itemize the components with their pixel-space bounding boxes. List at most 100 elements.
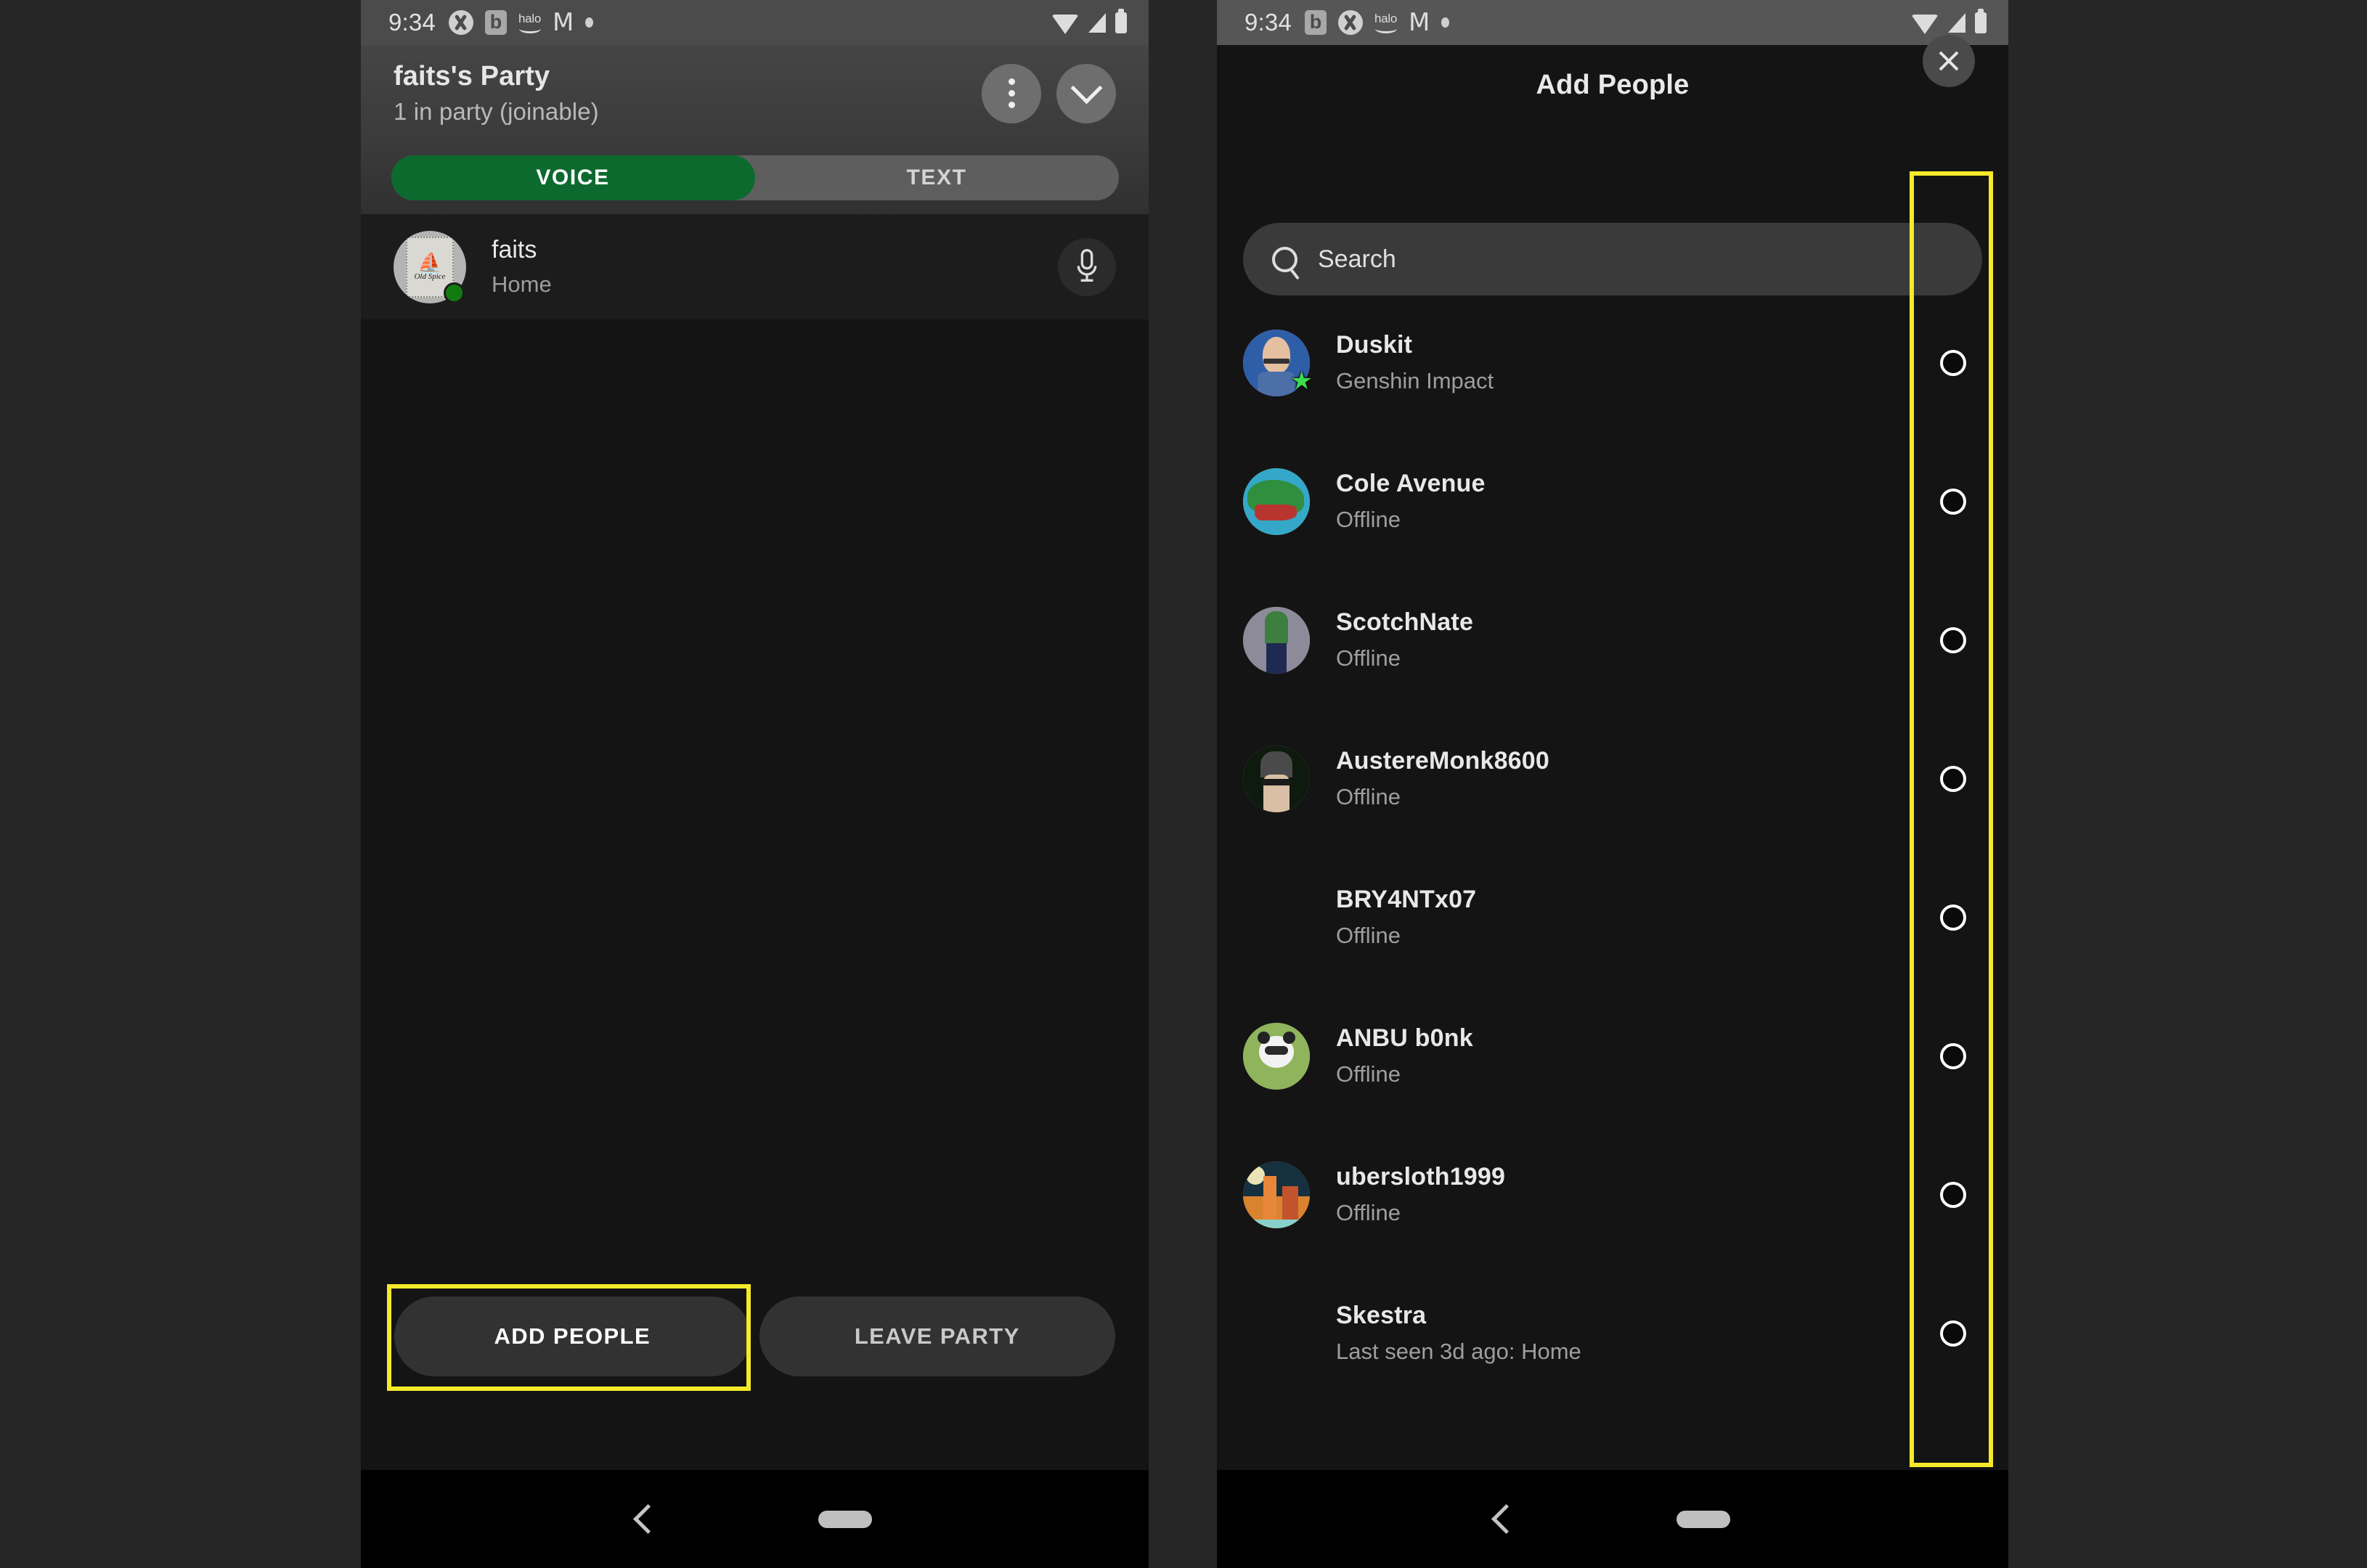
person-row[interactable]: AustereMonk8600 Offline (1217, 744, 2008, 813)
android-nav-bar-left (361, 1470, 1149, 1568)
online-star-icon: ★ (1290, 367, 1313, 395)
battery-icon (1115, 8, 1127, 33)
party-more-button[interactable] (982, 63, 1041, 123)
close-icon (1936, 49, 1961, 73)
person-status: Genshin Impact (1336, 368, 1494, 393)
gmail-icon: M (1408, 8, 1430, 37)
person-status: Offline (1336, 1061, 1401, 1087)
party-subtitle: 1 in party (joinable) (394, 98, 599, 125)
member-texts: faits Home (492, 236, 552, 298)
person-status: Offline (1336, 507, 1401, 532)
person-row[interactable]: Cole Avenue Offline (1217, 467, 2008, 536)
status-left-icons: b halo M (449, 10, 594, 35)
avatar (1243, 1161, 1310, 1228)
signal-icon (1088, 12, 1106, 33)
party-screen: 9:34 b halo M faits's Party 1 in party (… (361, 0, 1149, 1568)
person-texts: Skestra Last seen 3d ago: Home (1336, 1302, 1581, 1365)
close-button[interactable] (1923, 35, 1975, 87)
dot-icon (585, 17, 594, 28)
person-status: Offline (1336, 923, 1401, 948)
back-chevron-icon[interactable] (632, 1503, 664, 1535)
avatar (1243, 1022, 1310, 1090)
person-texts: Cole Avenue Offline (1336, 470, 1486, 533)
person-avatar-wrap (1243, 884, 1310, 951)
person-texts: Duskit Genshin Impact (1336, 331, 1494, 394)
back-chevron-icon[interactable] (1491, 1503, 1521, 1535)
leave-party-button[interactable]: LEAVE PARTY (759, 1297, 1115, 1376)
status-time-right: 9:34 (1244, 9, 1292, 36)
microphone-icon (1077, 248, 1097, 282)
b-badge-icon: b (1305, 10, 1327, 35)
person-select-radio[interactable] (1940, 626, 1966, 653)
xbox-icon (1338, 10, 1364, 35)
home-pill-icon[interactable] (1676, 1510, 1730, 1528)
status-right-icons (1051, 8, 1127, 34)
halo-icon: halo (1374, 12, 1397, 33)
person-select-radio[interactable] (1940, 1042, 1966, 1069)
party-tabs: VOICE TEXT (361, 142, 1149, 214)
person-name: AustereMonk8600 (1336, 747, 1550, 775)
person-status: Last seen 3d ago: Home (1336, 1339, 1581, 1364)
person-avatar-wrap (1243, 1022, 1310, 1090)
person-name: ANBU b0nk (1336, 1024, 1473, 1052)
person-avatar-wrap (1243, 745, 1310, 812)
add-people-button[interactable]: ADD PEOPLE (394, 1297, 751, 1376)
party-member-row[interactable]: ⛵ Old Spice faits Home (361, 214, 1149, 319)
person-name: Cole Avenue (1336, 470, 1486, 497)
person-select-radio[interactable] (1940, 1181, 1966, 1208)
person-select-radio[interactable] (1940, 1320, 1966, 1347)
party-collapse-button[interactable] (1056, 63, 1116, 123)
add-people-screen: 9:34 b halo M Add People Search ★ Duskit G… (1217, 0, 2008, 1568)
person-texts: BRY4NTx07 Offline (1336, 886, 1476, 949)
avatar (1243, 1300, 1310, 1367)
person-row[interactable]: ★ Duskit Genshin Impact (1217, 328, 2008, 397)
battery-icon (1975, 8, 1987, 33)
person-avatar-wrap (1243, 606, 1310, 674)
person-avatar-wrap: ★ (1243, 329, 1313, 396)
person-select-radio[interactable] (1940, 488, 1966, 515)
person-row[interactable]: ubersloth1999 Offline (1217, 1160, 2008, 1229)
old-spice-label: Old Spice (414, 271, 446, 281)
member-status: Home (492, 271, 552, 297)
status-bar-left: 9:34 b halo M (361, 0, 1149, 45)
microphone-button[interactable] (1058, 237, 1116, 296)
person-name: Skestra (1336, 1302, 1427, 1329)
chevron-down-icon (1070, 72, 1102, 105)
page-title: Add People (1536, 69, 1690, 100)
person-status: Offline (1336, 645, 1401, 671)
person-select-radio[interactable] (1940, 349, 1966, 376)
person-avatar-wrap (1243, 467, 1310, 535)
home-pill-icon[interactable] (818, 1510, 872, 1528)
person-row[interactable]: ANBU b0nk Offline (1217, 1021, 2008, 1090)
person-status: Offline (1336, 784, 1401, 809)
person-texts: ScotchNate Offline (1336, 608, 1473, 671)
halo-icon: halo (518, 12, 541, 33)
online-status-dot (444, 282, 465, 303)
avatar (1243, 745, 1310, 812)
tab-text[interactable]: TEXT (755, 155, 1119, 200)
person-avatar-wrap (1243, 1161, 1310, 1228)
party-header-texts: faits's Party 1 in party (joinable) (394, 61, 966, 126)
party-title: faits's Party (394, 61, 550, 91)
person-row[interactable]: ScotchNate Offline (1217, 605, 2008, 674)
person-status: Offline (1336, 1200, 1401, 1225)
wifi-icon (1911, 14, 1939, 34)
person-name: Duskit (1336, 331, 1413, 359)
add-people-header: Add People (1217, 45, 2008, 125)
person-texts: ANBU b0nk Offline (1336, 1024, 1473, 1087)
person-select-radio[interactable] (1940, 765, 1966, 792)
person-name: ubersloth1999 (1336, 1163, 1506, 1191)
person-texts: ubersloth1999 Offline (1336, 1163, 1505, 1226)
search-placeholder: Search (1318, 245, 1396, 273)
status-bar-right: 9:34 b halo M (1217, 0, 2008, 45)
tabs-track: VOICE TEXT (391, 155, 1119, 200)
status-right-icons-right (1911, 8, 1987, 34)
person-row[interactable]: Skestra Last seen 3d ago: Home (1217, 1299, 2008, 1368)
tab-voice[interactable]: VOICE (391, 155, 755, 200)
party-header: faits's Party 1 in party (joinable) (361, 45, 1149, 142)
search-input[interactable]: Search (1243, 223, 1982, 295)
b-badge-icon: b (485, 10, 508, 35)
person-row[interactable]: BRY4NTx07 Offline (1217, 883, 2008, 952)
person-select-radio[interactable] (1940, 904, 1966, 931)
avatar (1243, 884, 1310, 951)
